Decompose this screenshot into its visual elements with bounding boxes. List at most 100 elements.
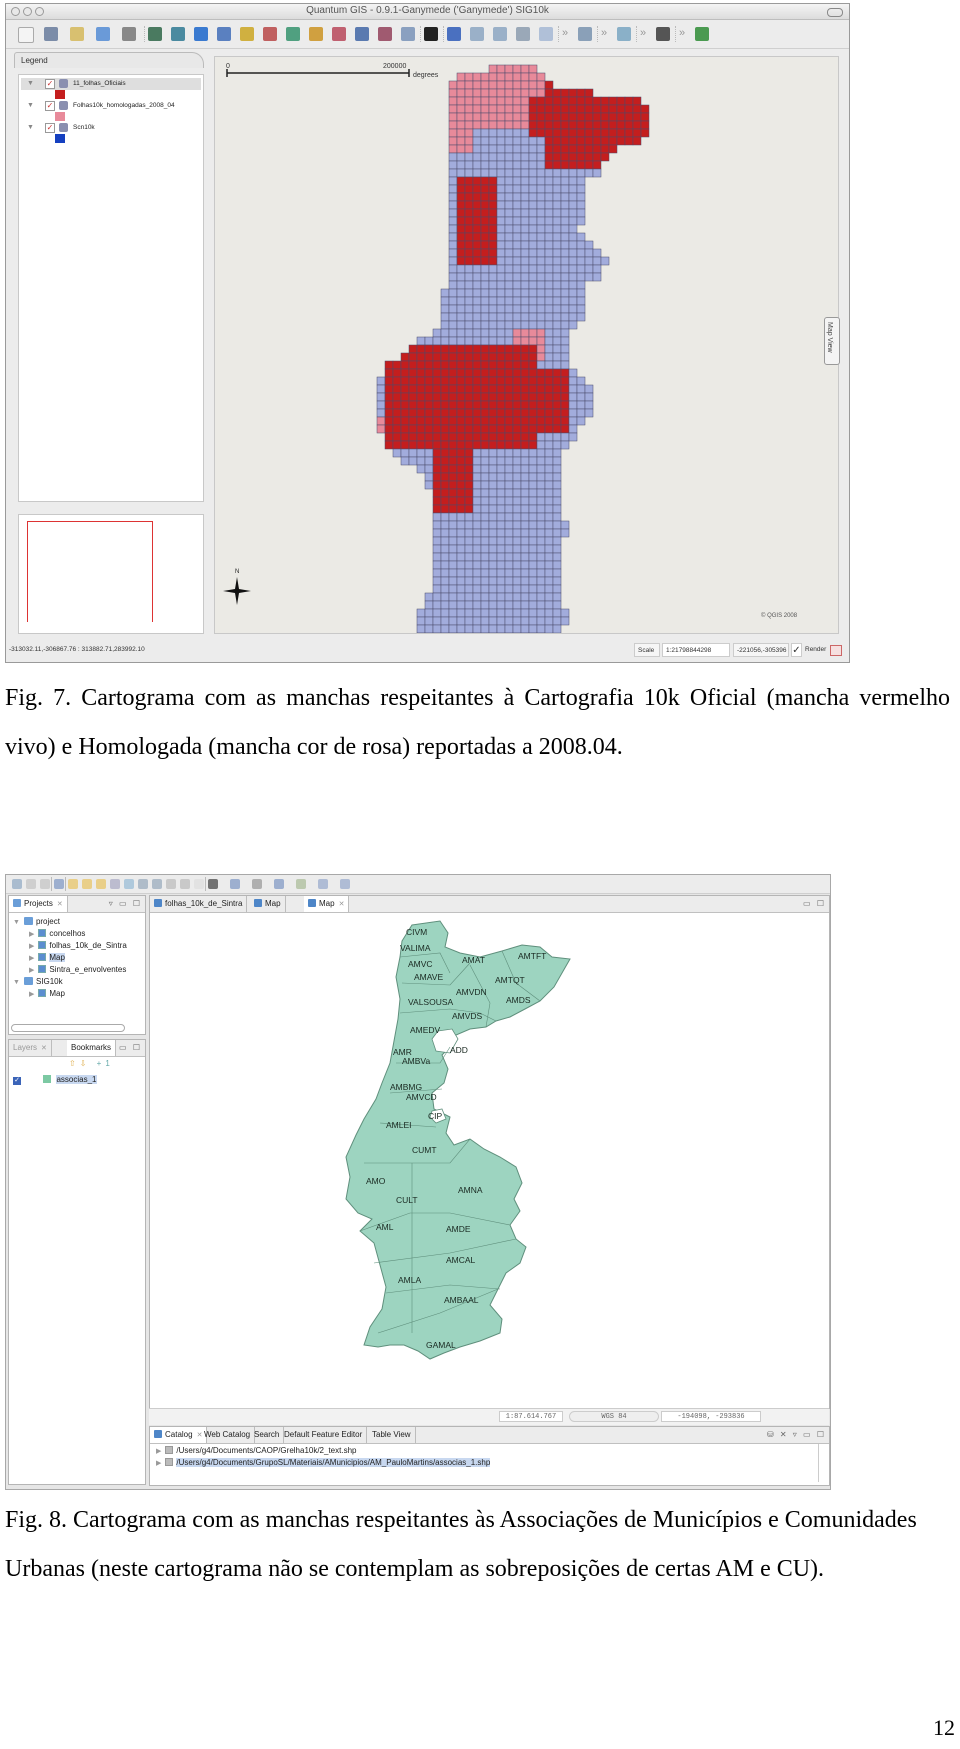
expand-triangle-icon[interactable]: ▶: [29, 931, 34, 938]
clear-icon[interactable]: [194, 879, 204, 889]
show-all-icon[interactable]: [309, 27, 323, 41]
editor-tab[interactable]: folhas_10k_de_Sintra: [150, 896, 248, 912]
overview-extent-frame[interactable]: [27, 521, 153, 622]
identify-icon[interactable]: [617, 27, 631, 41]
add-raster-icon[interactable]: [171, 27, 185, 41]
legend-tab[interactable]: Legend: [14, 52, 204, 68]
save-icon[interactable]: [26, 879, 36, 889]
layer-icon[interactable]: [240, 27, 254, 41]
editor-tab[interactable]: Map ✕: [304, 896, 350, 912]
map-tree-item[interactable]: ▶ Sintra_e_envolventes: [29, 964, 126, 976]
copyright-icon[interactable]: [656, 27, 670, 41]
remove-layer-icon[interactable]: [263, 27, 277, 41]
collapse-triangle-icon[interactable]: ▼: [13, 919, 20, 926]
move-icon[interactable]: [539, 27, 553, 41]
capture-point-icon[interactable]: [447, 27, 461, 41]
add-wms-icon[interactable]: [217, 27, 231, 41]
tab-projects[interactable]: Projects ✕: [9, 896, 68, 912]
map-tree-item[interactable]: ▶ Map: [29, 952, 65, 964]
edit-geometry-icon[interactable]: [296, 879, 306, 889]
line-tool-icon[interactable]: [274, 879, 284, 889]
refresh-icon[interactable]: [96, 879, 106, 889]
crs-button[interactable]: WGS 84: [569, 1411, 659, 1422]
pan-icon[interactable]: [578, 27, 592, 41]
print-icon[interactable]: [122, 27, 136, 41]
add-postgis-icon[interactable]: [194, 27, 208, 41]
expand-triangle-icon[interactable]: ▶: [29, 955, 34, 962]
overview-map[interactable]: [18, 514, 204, 634]
pan-icon[interactable]: [166, 879, 176, 889]
expand-triangle-icon[interactable]: ▶: [156, 1460, 161, 1467]
layer-visibility-checkbox[interactable]: ✓: [45, 101, 55, 111]
horizontal-scrollbar[interactable]: [11, 1024, 125, 1032]
catalog-window-buttons[interactable]: ⛁ ✕ ▿ ▭ ☐: [767, 1430, 826, 1439]
style-tool-icon[interactable]: [340, 879, 350, 889]
expand-triangle-icon[interactable]: ▼: [27, 78, 34, 90]
whats-this-icon[interactable]: [424, 27, 438, 41]
save-all-icon[interactable]: [40, 879, 50, 889]
edit-icon[interactable]: [54, 879, 64, 889]
vertical-scrollbar[interactable]: [818, 1444, 827, 1482]
open-icon[interactable]: [96, 27, 110, 41]
map-tree-item[interactable]: ▶ Map: [29, 988, 65, 1000]
expand-triangle-icon[interactable]: ▶: [29, 943, 34, 950]
expand-triangle-icon[interactable]: ▶: [29, 967, 34, 974]
tab-layers[interactable]: Layers ✕: [9, 1040, 52, 1056]
back-icon[interactable]: [68, 879, 78, 889]
close-tab-icon[interactable]: ✕: [57, 901, 63, 908]
capture-polygon-icon[interactable]: [493, 27, 507, 41]
render-checkbox[interactable]: ✓: [791, 643, 802, 657]
legend-layer-row[interactable]: ▼ ✓ Folhas10k_homologadas_2008_04: [21, 100, 201, 112]
layer-visibility-checkbox[interactable]: ✓: [45, 79, 55, 89]
save-as-icon[interactable]: [70, 27, 84, 41]
catalog-entry[interactable]: ▶/Users/g4/Documents/CAOP/Grelha10k/2_te…: [156, 1445, 356, 1457]
capture-line-icon[interactable]: [470, 27, 484, 41]
associations-map[interactable]: CIVMVALIMAAMVCAMAVEAMAT AMTFTAMTQTAMVDNAM…: [150, 913, 829, 1409]
map-canvas[interactable]: 0 200000 degrees N © QGIS 2008: [214, 56, 839, 634]
remove-overview-icon[interactable]: [378, 27, 392, 41]
projection-icon[interactable]: [830, 645, 842, 656]
select-icon[interactable]: [110, 879, 120, 889]
zoom-out-icon[interactable]: [152, 879, 162, 889]
collapse-triangle-icon[interactable]: ▼: [13, 979, 20, 986]
catalog-tab[interactable]: Table View: [368, 1427, 416, 1443]
catalog-entry[interactable]: ▶/Users/g4/Documents/GrupoSL/Materiais/A…: [156, 1457, 491, 1469]
catalog-tab[interactable]: Catalog ✕: [150, 1427, 208, 1443]
zoom-extent-icon[interactable]: [124, 879, 134, 889]
overview-icon[interactable]: [286, 27, 300, 41]
forward-icon[interactable]: [82, 879, 92, 889]
legend-layer-row[interactable]: ▼ ✓ Scn10k: [21, 122, 201, 134]
catalog-tab[interactable]: Default Feature Editor: [280, 1427, 368, 1443]
save-icon[interactable]: [44, 27, 58, 41]
map-view-tab[interactable]: Map View: [824, 317, 840, 365]
panel-window-buttons[interactable]: ▿ ▭ ☐: [109, 899, 142, 908]
scale-field[interactable]: 1:87.614.767: [499, 1411, 563, 1422]
move-tool-icon[interactable]: [230, 879, 240, 889]
expand-triangle-icon[interactable]: ▼: [27, 100, 34, 112]
project-tree-item[interactable]: ▼ project: [13, 916, 60, 928]
delete-icon[interactable]: [516, 27, 530, 41]
map-tree-item[interactable]: ▶ folhas_10k_de_Sintra: [29, 940, 127, 952]
feature-tool-icon[interactable]: [318, 879, 328, 889]
frame-tool-icon[interactable]: [208, 879, 218, 889]
expand-triangle-icon[interactable]: ▶: [29, 991, 34, 998]
new-project-icon[interactable]: [18, 27, 34, 43]
editor-tab[interactable]: Map: [250, 896, 286, 912]
add-vector-icon[interactable]: [148, 27, 162, 41]
panel-window-buttons[interactable]: ▭ ☐: [119, 1043, 142, 1052]
scale-input[interactable]: 1:21798844298: [662, 643, 730, 657]
catalog-tab[interactable]: Web Catalog: [200, 1427, 256, 1443]
legend-layer-row[interactable]: ▼ ✓ 11_folhas_Oficiais: [21, 78, 201, 90]
in-overview-icon[interactable]: [355, 27, 369, 41]
expand-triangle-icon[interactable]: ▼: [27, 122, 34, 134]
layer-visibility-checkbox[interactable]: ✓: [13, 1077, 21, 1085]
editor-window-buttons[interactable]: ▭ ☐: [803, 899, 826, 908]
close-tab-icon[interactable]: ✕: [339, 901, 345, 908]
info-icon[interactable]: [180, 879, 190, 889]
project-tree-item[interactable]: ▼ SIG10k: [13, 976, 63, 988]
expand-triangle-icon[interactable]: ▶: [156, 1448, 161, 1455]
toolbar-toggle-button[interactable]: [827, 8, 843, 17]
toolbar-overflow-button[interactable]: »: [679, 27, 685, 39]
toolbar-overflow-button[interactable]: »: [640, 27, 646, 39]
layer-order-buttons[interactable]: ⇧⇩ +1: [69, 1059, 114, 1068]
